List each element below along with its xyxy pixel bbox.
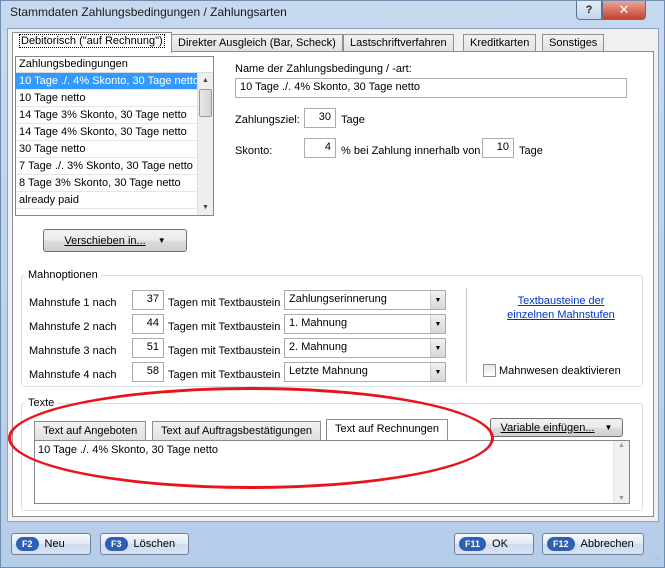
insert-variable-button[interactable]: Variable einfügen... ▼ xyxy=(490,418,623,437)
texts-title: Texte xyxy=(25,397,58,409)
window-title: Stammdaten Zahlungsbedingungen / Zahlung… xyxy=(10,5,287,19)
tab-kreditkarten[interactable]: Kreditkarten xyxy=(463,34,537,52)
list-item[interactable]: already paid xyxy=(16,192,197,209)
dropdown-arrow-icon: ▼ xyxy=(430,363,445,381)
dunning-mid-label: Tagen mit Textbaustein xyxy=(168,321,281,333)
move-to-button[interactable]: Verschieben in... ▼ xyxy=(43,229,187,252)
dunning-mid-label: Tagen mit Textbaustein xyxy=(168,297,281,309)
tab-direkter-ausgleich[interactable]: Direkter Ausgleich (Bar, Scheck) xyxy=(171,34,343,52)
list-item[interactable]: 7 Tage ./. 3% Skonto, 30 Tage netto xyxy=(16,158,197,175)
dunning-level-label: Mahnstufe 4 nach xyxy=(29,369,117,381)
button-bar: F2 Neu F3 Löschen F11 OK F12 Abbrechen ⋰ xyxy=(1,525,664,567)
skonto-unit: Tage xyxy=(519,145,543,157)
deactivate-dunning-checkbox[interactable] xyxy=(483,364,496,377)
help-button[interactable]: ? xyxy=(576,1,602,20)
deactivate-dunning-label: Mahnwesen deaktivieren xyxy=(499,365,621,377)
dialog-window: Stammdaten Zahlungsbedingungen / Zahlung… xyxy=(0,0,665,568)
scroll-up-icon[interactable]: ▲ xyxy=(618,442,625,449)
list-header: Zahlungsbedingungen xyxy=(16,57,213,73)
dunning-title: Mahnoptionen xyxy=(25,269,101,281)
dunning-template-select[interactable]: 2. Mahnung ▼ xyxy=(284,338,446,358)
tab-debitorisch[interactable]: Debitorisch ("auf Rechnung") xyxy=(12,32,172,53)
ziel-unit: Tage xyxy=(341,114,365,126)
resize-grip-icon[interactable]: ⋰ xyxy=(652,555,662,565)
dropdown-arrow-icon: ▼ xyxy=(430,339,445,357)
dunning-days-field[interactable]: 51 xyxy=(132,338,164,358)
chevron-down-icon: ▼ xyxy=(604,423,613,432)
list-item[interactable]: 14 Tage 4% Skonto, 30 Tage netto xyxy=(16,124,197,141)
tab-sonstiges[interactable]: Sonstiges xyxy=(542,34,605,52)
scroll-down-icon[interactable]: ▼ xyxy=(618,495,625,502)
dunning-mid-label: Tagen mit Textbaustein xyxy=(168,369,281,381)
skonto-label: Skonto: xyxy=(235,145,273,157)
f2-key-badge: F2 xyxy=(16,537,39,551)
scroll-up-icon[interactable]: ▲ xyxy=(198,73,213,88)
ok-button[interactable]: F11 OK xyxy=(454,533,534,555)
cancel-button[interactable]: F12 Abbrechen xyxy=(542,533,644,555)
invoice-text-area[interactable]: 10 Tage ./. 4% Skonto, 30 Tage netto ▲ ▼ xyxy=(34,440,630,504)
dunning-days-field[interactable]: 37 xyxy=(132,290,164,310)
textarea-scrollbar[interactable]: ▲ ▼ xyxy=(613,441,629,503)
list-item[interactable]: 14 Tage 3% Skonto, 30 Tage netto xyxy=(16,107,197,124)
f11-key-badge: F11 xyxy=(459,537,487,551)
chevron-down-icon: ▼ xyxy=(157,236,166,245)
delete-button[interactable]: F3 Löschen xyxy=(100,533,189,555)
tab-text-auftragsbestaetigungen[interactable]: Text auf Auftragsbestätigungen xyxy=(152,421,322,440)
list-scrollbar[interactable]: ▲ ▼ xyxy=(197,73,213,215)
list-item[interactable]: 30 Tage netto xyxy=(16,141,197,158)
payment-terms-list[interactable]: Zahlungsbedingungen 10 Tage ./. 4% Skont… xyxy=(15,56,214,216)
list-item[interactable]: 10 Tage ./. 4% Skonto, 30 Tage netto xyxy=(16,73,197,90)
scroll-thumb[interactable] xyxy=(199,89,212,117)
dunning-template-select[interactable]: 1. Mahnung ▼ xyxy=(284,314,446,334)
dunning-days-field[interactable]: 44 xyxy=(132,314,164,334)
list-item[interactable]: 8 Tage 3% Skonto, 30 Tage netto xyxy=(16,175,197,192)
skonto-percent-field[interactable]: 4 xyxy=(304,138,336,158)
skonto-days-field[interactable]: 10 xyxy=(482,138,514,158)
skonto-mid-label: % bei Zahlung innerhalb von xyxy=(341,145,481,157)
dunning-mid-label: Tagen mit Textbaustein xyxy=(168,345,281,357)
new-button[interactable]: F2 Neu xyxy=(11,533,91,555)
ziel-label: Zahlungsziel: xyxy=(235,114,300,126)
scroll-down-icon[interactable]: ▼ xyxy=(198,200,213,215)
dunning-template-select[interactable]: Letzte Mahnung ▼ xyxy=(284,362,446,382)
list-item[interactable]: 10 Tage netto xyxy=(16,90,197,107)
dunning-divider xyxy=(466,288,467,383)
tab-text-angebote[interactable]: Text auf Angeboten xyxy=(34,421,147,440)
title-bar: Stammdaten Zahlungsbedingungen / Zahlung… xyxy=(1,1,664,25)
dunning-templates-link[interactable]: Textbausteine der einzelnen Mahnstufen xyxy=(481,294,641,322)
name-field[interactable]: 10 Tage ./. 4% Skonto, 30 Tage netto xyxy=(235,78,627,98)
dropdown-arrow-icon: ▼ xyxy=(430,291,445,309)
tab-lastschrift[interactable]: Lastschriftverfahren xyxy=(343,34,454,52)
name-label: Name der Zahlungsbedingung / -art: xyxy=(235,63,412,75)
tab-panel: Zahlungsbedingungen 10 Tage ./. 4% Skont… xyxy=(12,51,654,517)
f12-key-badge: F12 xyxy=(547,537,575,551)
tab-text-rechnungen[interactable]: Text auf Rechnungen xyxy=(326,419,448,440)
dunning-level-label: Mahnstufe 1 nach xyxy=(29,297,117,309)
ziel-field[interactable]: 30 xyxy=(304,108,336,128)
dunning-level-label: Mahnstufe 2 nach xyxy=(29,321,117,333)
dunning-template-select[interactable]: Zahlungserinnerung ▼ xyxy=(284,290,446,310)
close-button[interactable]: ✕ xyxy=(602,1,646,20)
dialog-client: Debitorisch ("auf Rechnung") Direkter Au… xyxy=(7,28,659,522)
f3-key-badge: F3 xyxy=(105,537,128,551)
dunning-days-field[interactable]: 58 xyxy=(132,362,164,382)
dunning-level-label: Mahnstufe 3 nach xyxy=(29,345,117,357)
dropdown-arrow-icon: ▼ xyxy=(430,315,445,333)
